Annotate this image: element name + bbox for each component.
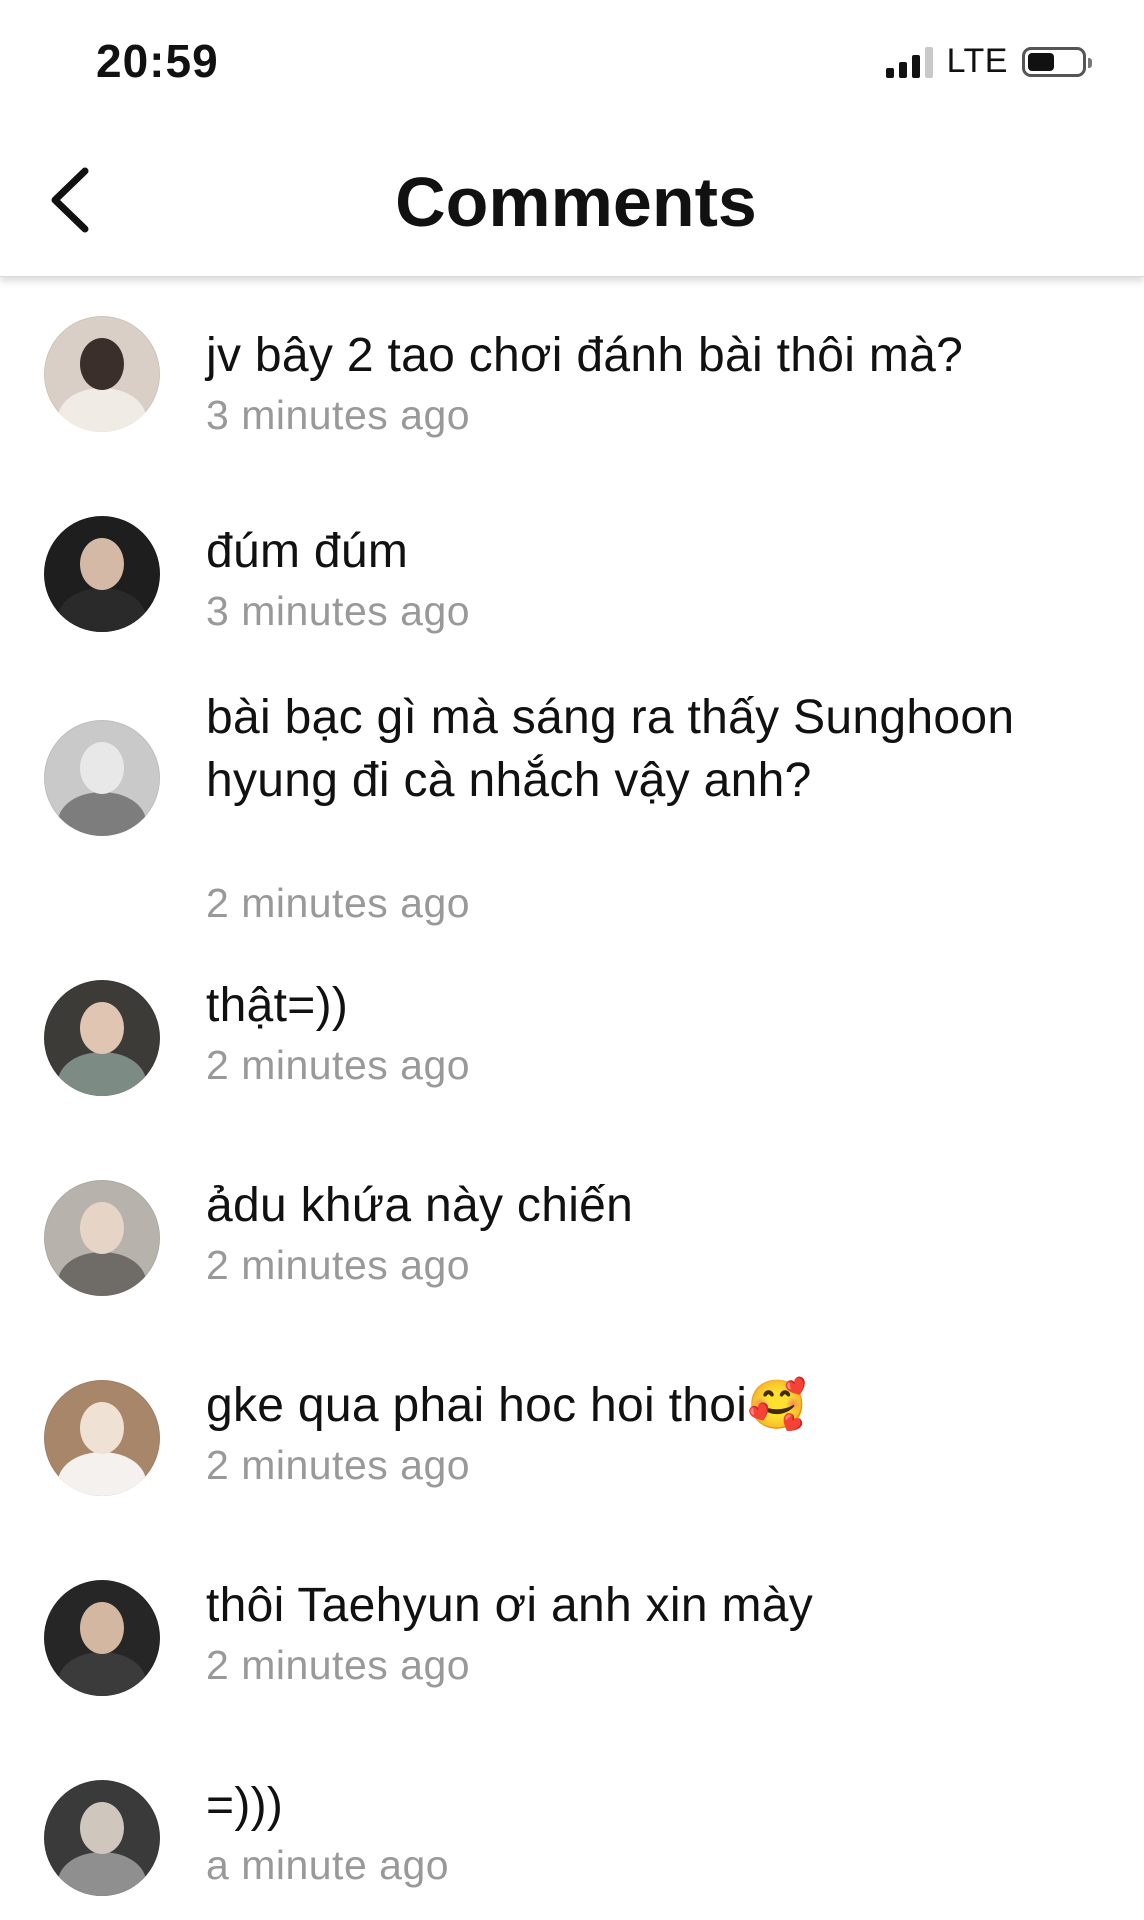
page-title: Comments bbox=[395, 163, 757, 241]
comment-text: thôi Taehyun ơi anh xin mày bbox=[206, 1579, 814, 1632]
avatar[interactable] bbox=[44, 516, 160, 632]
battery-icon bbox=[1022, 46, 1092, 77]
avatar[interactable] bbox=[44, 980, 160, 1096]
comment-timestamp: 2 minutes ago bbox=[206, 880, 471, 926]
avatar[interactable] bbox=[44, 720, 160, 836]
avatar[interactable] bbox=[44, 1580, 160, 1696]
comment-timestamp: 3 minutes ago bbox=[206, 392, 471, 438]
comment-timestamp: 3 minutes ago bbox=[206, 588, 471, 634]
comment-text: bài bạc gì mà sáng ra thấy Sunghoon hyun… bbox=[206, 691, 1015, 807]
network-type: LTE bbox=[946, 42, 1008, 80]
comment-text: =))) bbox=[206, 1779, 284, 1832]
status-indicators: LTE bbox=[885, 42, 1092, 81]
comment-timestamp: 2 minutes ago bbox=[206, 1042, 471, 1088]
avatar[interactable] bbox=[44, 1780, 160, 1896]
comment-timestamp: 2 minutes ago bbox=[206, 1242, 471, 1288]
avatar[interactable] bbox=[44, 316, 160, 432]
comment-text: đúm đúm bbox=[206, 525, 409, 578]
comment-text: gke qua phai hoc hoi thoi🥰 bbox=[206, 1379, 808, 1432]
comment-timestamp: a minute ago bbox=[206, 1842, 450, 1888]
status-time: 20:59 bbox=[96, 35, 219, 87]
comment-text: jv bây 2 tao chơi đánh bài thôi mà? bbox=[206, 329, 964, 382]
comment-timestamp: 2 minutes ago bbox=[206, 1642, 471, 1688]
comments-header: Comments bbox=[0, 130, 1144, 277]
status-bar: 20:59 LTE bbox=[0, 0, 1144, 130]
comment-text: ảdu khứa này chiến bbox=[206, 1179, 634, 1232]
avatar[interactable] bbox=[44, 1380, 160, 1496]
comment-timestamp: 2 minutes ago bbox=[206, 1442, 471, 1488]
avatar[interactable] bbox=[44, 1180, 160, 1296]
signal-strength-icon bbox=[885, 46, 933, 78]
comment-text: thật=)) bbox=[206, 979, 349, 1032]
